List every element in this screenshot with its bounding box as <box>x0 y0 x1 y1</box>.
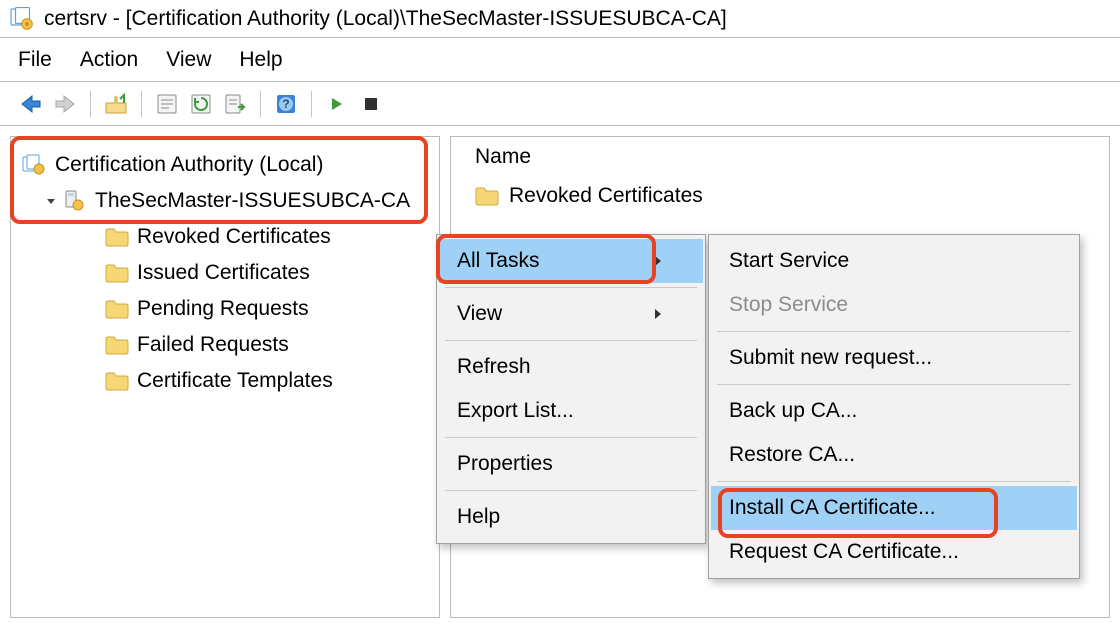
ctx-label: View <box>457 302 653 326</box>
ca-root-icon <box>21 152 47 178</box>
refresh-button[interactable] <box>186 89 216 119</box>
tree-child-label: Pending Requests <box>137 297 309 321</box>
tree-child-pending[interactable]: Pending Requests <box>101 291 433 327</box>
ca-server-icon <box>61 188 87 214</box>
title-bar: certsrv - [Certification Authority (Loca… <box>0 0 1120 38</box>
ctx-view[interactable]: View <box>439 292 703 336</box>
ctx-help[interactable]: Help <box>439 495 703 539</box>
menu-bar: File Action View Help <box>0 38 1120 82</box>
ctx-label: Request CA Certificate... <box>729 540 1051 564</box>
tree-pane: Certification Authority (Local) <box>10 136 440 618</box>
toolbar: ? <box>0 82 1120 126</box>
ctx-separator <box>445 340 697 341</box>
list-header-name[interactable]: Name <box>451 145 1109 179</box>
sub-install-ca-cert[interactable]: Install CA Certificate... <box>711 486 1077 530</box>
ctx-label: Export List... <box>457 399 677 423</box>
certsrv-window: certsrv - [Certification Authority (Loca… <box>0 0 1120 628</box>
tree-child-label: Issued Certificates <box>137 261 310 285</box>
tree-child-label: Failed Requests <box>137 333 289 357</box>
folder-icon <box>475 186 499 206</box>
menu-action[interactable]: Action <box>76 44 162 76</box>
ctx-label: Restore CA... <box>729 443 1051 467</box>
folder-icon <box>105 371 129 391</box>
ctx-label: Stop Service <box>729 293 1051 317</box>
context-menu: All Tasks View Refresh Export List... Pr… <box>436 234 706 544</box>
ctx-separator <box>445 490 697 491</box>
ctx-label: Help <box>457 505 677 529</box>
certsrv-icon <box>10 7 34 31</box>
start-service-button[interactable] <box>322 89 352 119</box>
ctx-label: Back up CA... <box>729 399 1051 423</box>
ctx-label: Install CA Certificate... <box>729 496 1051 520</box>
folder-icon <box>105 263 129 283</box>
submenu-all-tasks: Start Service Stop Service Submit new re… <box>708 234 1080 579</box>
ctx-properties[interactable]: Properties <box>439 442 703 486</box>
ctx-separator <box>717 384 1071 385</box>
folder-icon <box>105 335 129 355</box>
tree-child-label: Revoked Certificates <box>137 225 331 249</box>
stop-service-button[interactable] <box>356 89 386 119</box>
ctx-export-list[interactable]: Export List... <box>439 389 703 433</box>
ctx-label: All Tasks <box>457 249 653 273</box>
svg-text:?: ? <box>282 97 289 111</box>
toolbar-separator <box>141 91 142 117</box>
submenu-arrow-icon <box>653 254 677 268</box>
ctx-all-tasks[interactable]: All Tasks <box>439 239 703 283</box>
window-title: certsrv - [Certification Authority (Loca… <box>44 7 727 31</box>
ctx-label: Start Service <box>729 249 1051 273</box>
menu-view[interactable]: View <box>162 44 235 76</box>
sub-request-ca-cert[interactable]: Request CA Certificate... <box>711 530 1077 574</box>
ctx-refresh[interactable]: Refresh <box>439 345 703 389</box>
menu-help[interactable]: Help <box>235 44 306 76</box>
toolbar-separator <box>260 91 261 117</box>
back-button[interactable] <box>16 89 46 119</box>
ctx-label: Properties <box>457 452 677 476</box>
list-row-revoked[interactable]: Revoked Certificates <box>451 179 1109 213</box>
tree-ca-label: TheSecMaster-ISSUESUBCA-CA <box>95 189 410 213</box>
submenu-arrow-icon <box>653 307 677 321</box>
toolbar-separator <box>90 91 91 117</box>
ctx-separator <box>717 481 1071 482</box>
sub-restore-ca[interactable]: Restore CA... <box>711 433 1077 477</box>
tree-ca-node[interactable]: TheSecMaster-ISSUESUBCA-CA Revoked Certi… <box>37 183 433 399</box>
tree-root-label: Certification Authority (Local) <box>55 153 323 177</box>
tree-child-failed[interactable]: Failed Requests <box>101 327 433 363</box>
tree-child-templates[interactable]: Certificate Templates <box>101 363 433 399</box>
ctx-separator <box>445 437 697 438</box>
ctx-separator <box>445 287 697 288</box>
tree-child-label: Certificate Templates <box>137 369 333 393</box>
expand-toggle[interactable] <box>41 195 61 207</box>
folder-icon <box>105 227 129 247</box>
folder-icon <box>105 299 129 319</box>
tree-child-issued[interactable]: Issued Certificates <box>101 255 433 291</box>
menu-file[interactable]: File <box>14 44 76 76</box>
ctx-label: Refresh <box>457 355 677 379</box>
sub-backup-ca[interactable]: Back up CA... <box>711 389 1077 433</box>
tree-root-node[interactable]: Certification Authority (Local) <box>17 147 433 399</box>
forward-button[interactable] <box>50 89 80 119</box>
ctx-label: Submit new request... <box>729 346 1051 370</box>
export-list-button[interactable] <box>220 89 250 119</box>
sub-submit-request[interactable]: Submit new request... <box>711 336 1077 380</box>
properties-button[interactable] <box>152 89 182 119</box>
sub-start-service[interactable]: Start Service <box>711 239 1077 283</box>
list-row-label: Revoked Certificates <box>509 184 703 208</box>
toolbar-separator <box>311 91 312 117</box>
help-button[interactable]: ? <box>271 89 301 119</box>
up-button[interactable] <box>101 89 131 119</box>
sub-stop-service: Stop Service <box>711 283 1077 327</box>
ctx-separator <box>717 331 1071 332</box>
tree-child-revoked[interactable]: Revoked Certificates <box>101 219 433 255</box>
